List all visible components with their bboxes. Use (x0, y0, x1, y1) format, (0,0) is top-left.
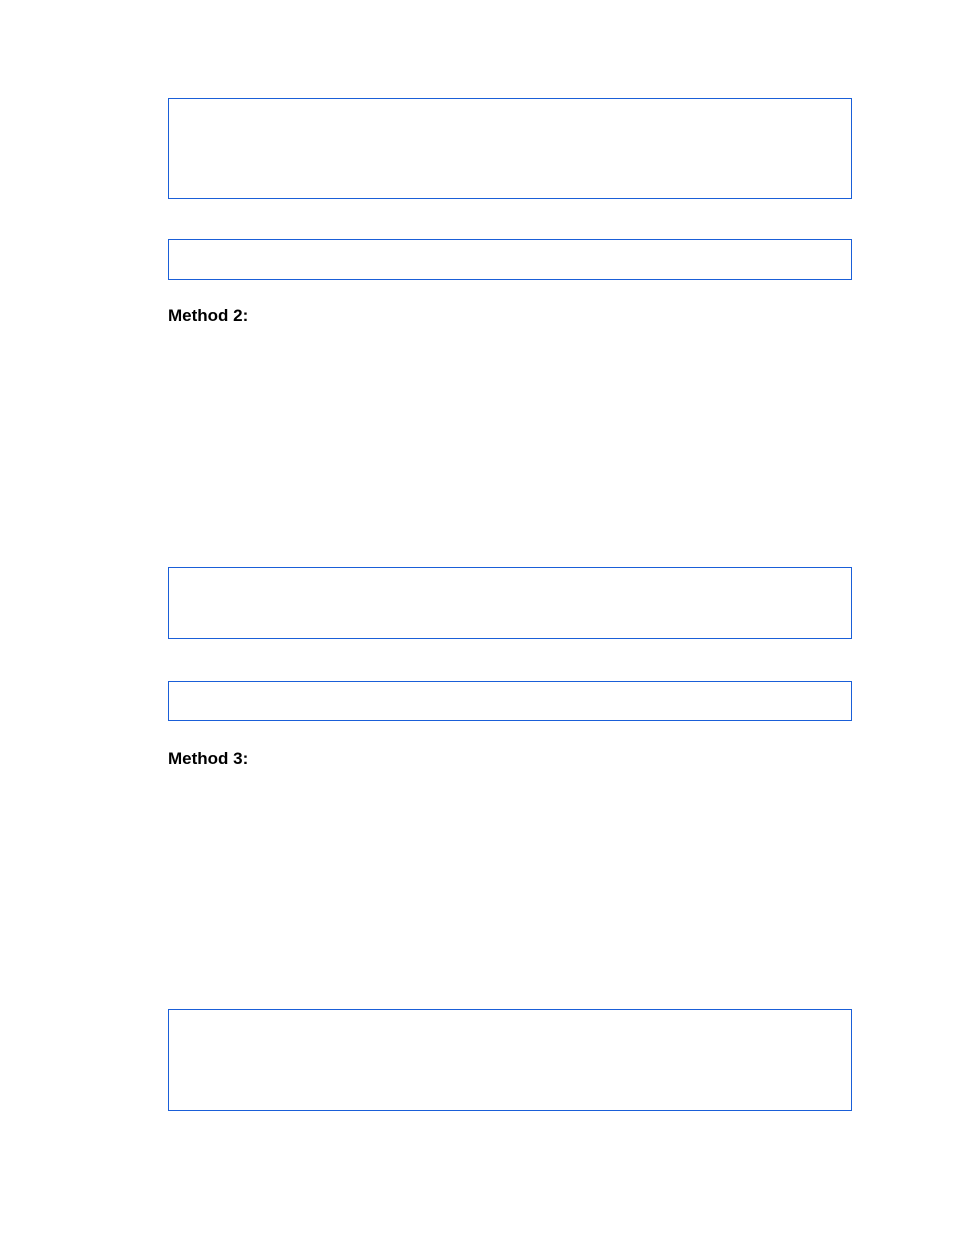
input-box-3 (168, 567, 852, 639)
input-box-4 (168, 681, 852, 721)
input-box-2 (168, 239, 852, 280)
method-3-heading: Method 3: (168, 749, 852, 769)
method-2-heading: Method 2: (168, 306, 852, 326)
input-box-1 (168, 98, 852, 199)
input-box-5 (168, 1009, 852, 1111)
